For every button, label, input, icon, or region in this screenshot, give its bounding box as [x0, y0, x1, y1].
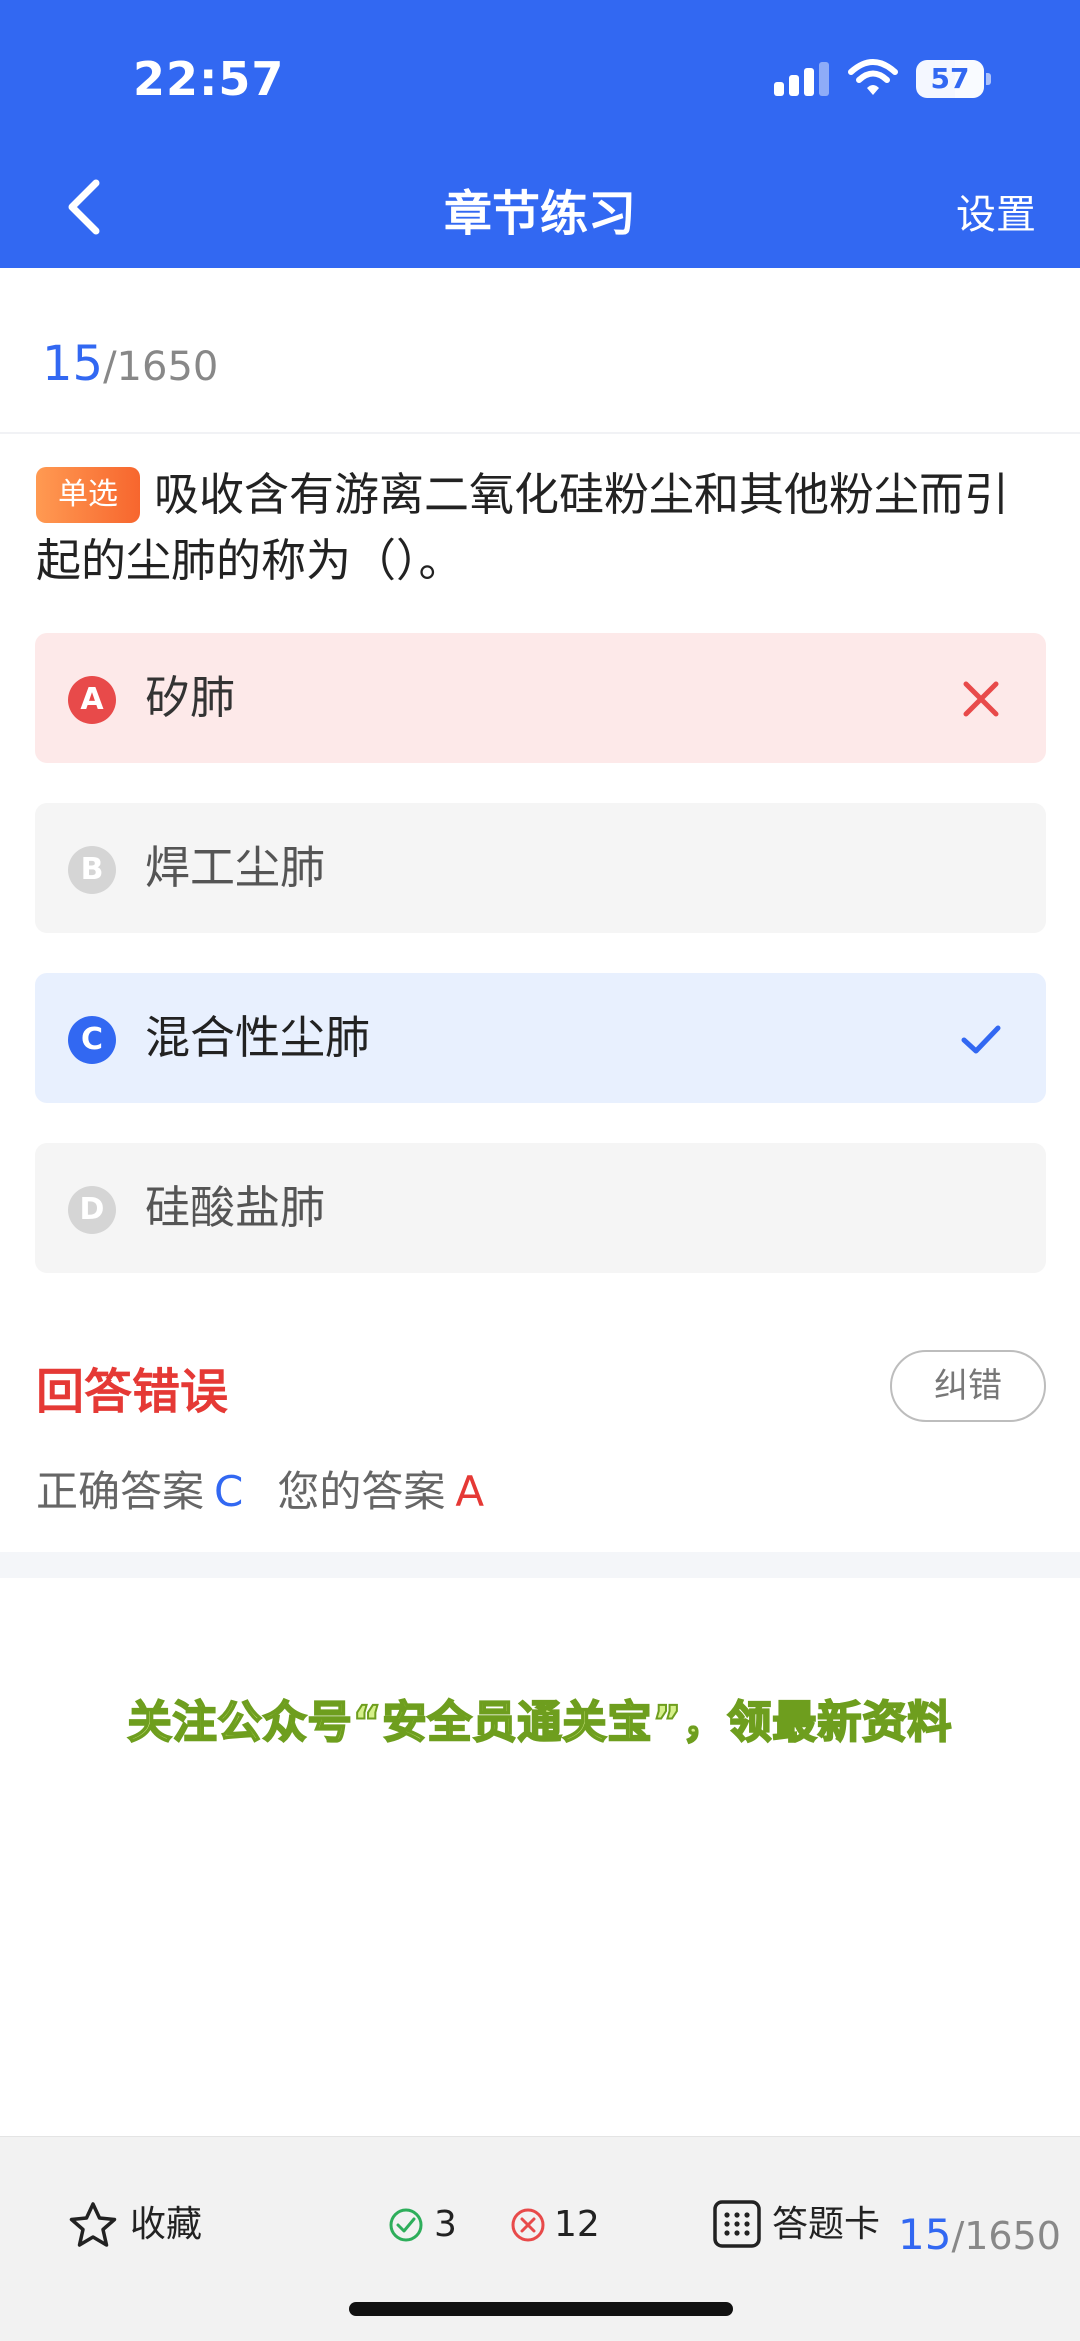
option-label: 硅酸盐肺: [145, 1181, 326, 1234]
wrong-count: 12: [510, 2197, 600, 2253]
favorite-button[interactable]: 收藏: [68, 2197, 202, 2253]
divider: [0, 432, 1080, 434]
check-circle-icon: [389, 2208, 423, 2242]
question-type-badge: 单选: [36, 467, 140, 523]
answer-card-label: 答题卡: [772, 2204, 881, 2245]
promo-watermark-text: 关注公众号“安全员通关宝”，领最新资料: [127, 1696, 953, 1749]
grid-icon: [713, 2200, 761, 2248]
bottom-progress-current: 15: [898, 2210, 952, 2259]
your-answer-label: 您的答案: [277, 1467, 446, 1516]
battery-level: 57: [930, 62, 970, 95]
home-indicator[interactable]: [349, 2302, 733, 2316]
option-label: 混合性尘肺: [145, 1011, 371, 1064]
question-text: 单选 吸收含有游离二氧化硅粉尘和其他粉尘而引起的尘肺的称为（）。: [36, 462, 1046, 594]
star-icon: [69, 2202, 117, 2247]
result-title: 回答错误: [36, 1364, 229, 1420]
correct-count-value: 3: [434, 2204, 457, 2245]
status-time: 22:57: [133, 52, 285, 106]
answer-summary: 正确答案 C 您的答案 A: [36, 1458, 484, 1519]
your-answer-value: A: [455, 1467, 485, 1516]
option-letter: C: [68, 1016, 116, 1064]
signal-icon: [774, 62, 829, 96]
bottom-progress-total: /1650: [951, 2214, 1061, 2258]
option-letter: A: [68, 676, 116, 724]
progress-current: 15: [42, 336, 104, 392]
question-stem: 吸收含有游离二氧化硅粉尘和其他粉尘而引起的尘肺的称为（）。: [36, 468, 1010, 587]
cross-circle-icon: [511, 2208, 545, 2242]
page-title: 章节练习: [443, 186, 636, 242]
option-b[interactable]: B 焊工尘肺: [35, 803, 1046, 933]
bottom-progress: 15/1650: [898, 2210, 1061, 2259]
wrong-count-value: 12: [554, 2204, 600, 2245]
favorite-label: 收藏: [130, 2204, 203, 2245]
check-icon: [961, 1025, 1001, 1054]
report-error-button[interactable]: 纠错: [890, 1350, 1046, 1422]
wifi-icon: [848, 59, 898, 95]
option-c[interactable]: C 混合性尘肺: [35, 973, 1046, 1103]
settings-button[interactable]: 设置: [956, 182, 1036, 240]
correct-answer-value: C: [214, 1467, 244, 1516]
option-label: 焊工尘肺: [145, 841, 326, 894]
correct-answer-label: 正确答案: [36, 1467, 205, 1516]
cross-icon: [963, 681, 999, 717]
section-divider: [0, 1552, 1080, 1578]
answer-card-button[interactable]: 答题卡: [712, 2197, 880, 2253]
option-d[interactable]: D 硅酸盐肺: [35, 1143, 1046, 1273]
correct-count: 3: [388, 2197, 457, 2253]
option-letter: D: [68, 1186, 116, 1234]
option-label: 矽肺: [145, 671, 236, 724]
app-header: 22:57 57 章节练习 设置: [0, 0, 1080, 268]
option-letter: B: [68, 846, 116, 894]
progress-total: /1650: [103, 344, 219, 390]
battery-icon: 57: [916, 60, 991, 98]
option-a[interactable]: A 矽肺: [35, 633, 1046, 763]
question-progress: 15/1650: [42, 336, 218, 392]
